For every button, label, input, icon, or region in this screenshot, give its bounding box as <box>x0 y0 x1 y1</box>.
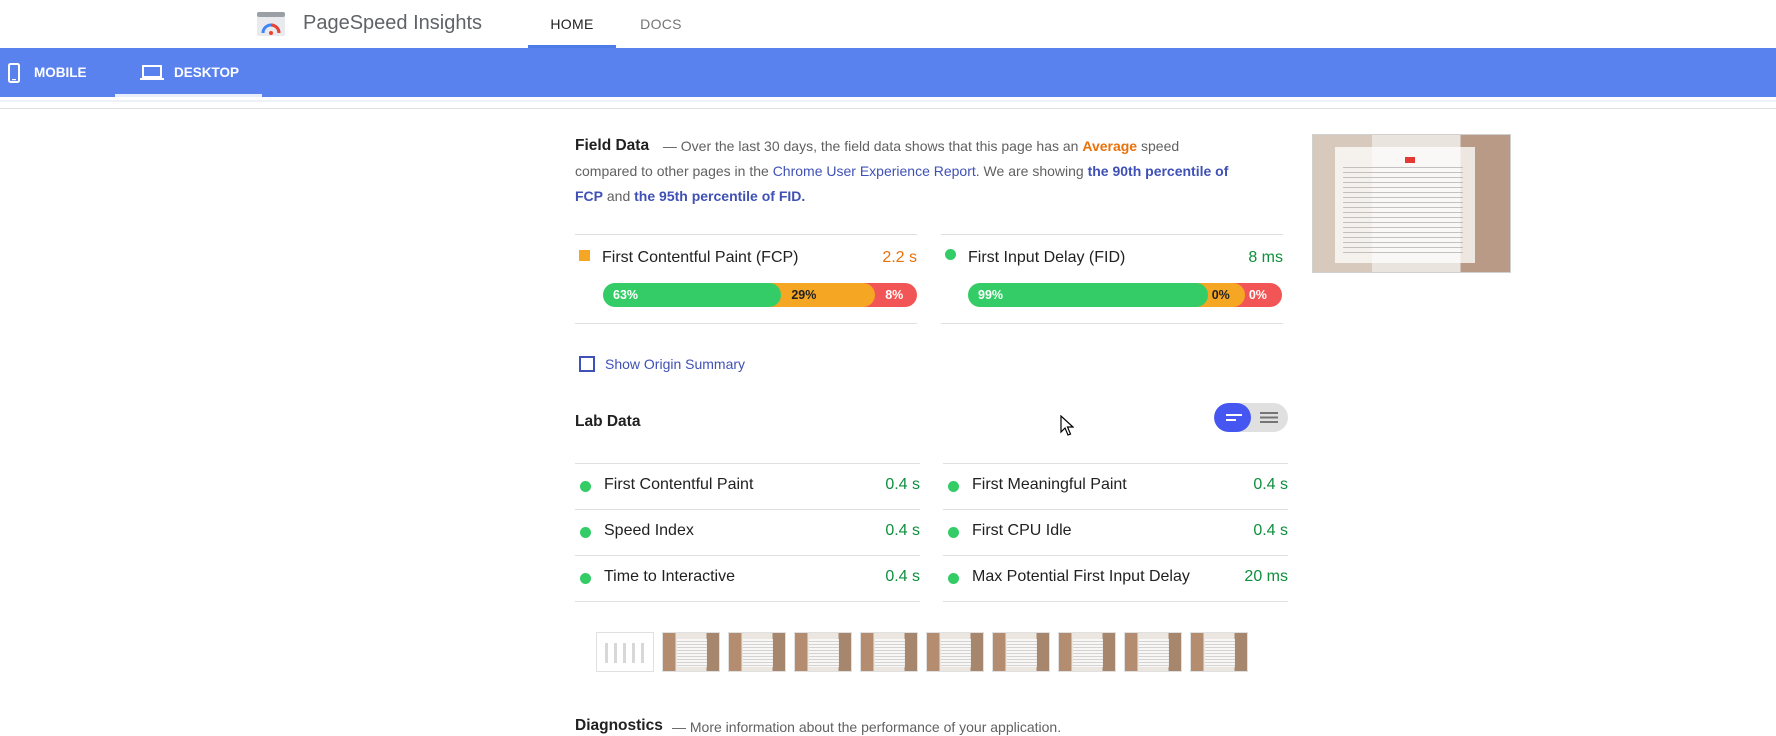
show-origin-summary-toggle[interactable]: Show Origin Summary <box>579 356 745 372</box>
filmstrip-frame <box>860 632 918 672</box>
lab-metric-label: First Contentful Paint <box>604 476 754 493</box>
fid-fast-segment[interactable]: 99% <box>968 283 1208 307</box>
lab-data-title: Lab Data <box>575 413 641 430</box>
screenshot-text-lines <box>1343 163 1463 253</box>
fid-metric-card: First Input Delay (FID) 8 ms 99% 0% 0% <box>941 234 1283 324</box>
lab-metric-label: First CPU Idle <box>972 522 1072 539</box>
fast-circle-icon <box>580 481 591 492</box>
field-data-description: — Over the last 30 days, the field data … <box>575 134 1235 209</box>
diagnostics-title: Diagnostics <box>575 717 663 734</box>
lab-metric-label: First Meaningful Paint <box>972 476 1127 493</box>
screenshot-logo-image <box>1405 157 1415 163</box>
fid-metric-value: 8 ms <box>1248 249 1283 266</box>
tab-docs[interactable]: DOCS <box>630 16 692 32</box>
field-data-text: — Over the last 30 days, the field data … <box>662 138 1079 154</box>
lab-metrics-right: First Meaningful Paint 0.4 s First CPU I… <box>943 463 1288 602</box>
lab-metric-value: 0.4 s <box>885 522 920 539</box>
expanded-view-button[interactable] <box>1251 403 1288 432</box>
lab-metric-row: Time to Interactive 0.4 s <box>575 555 920 602</box>
lab-metric-row: First CPU Idle 0.4 s <box>943 509 1288 555</box>
divider <box>0 108 1776 109</box>
fid-percentile-link[interactable]: the 95th percentile of FID <box>634 188 801 204</box>
lab-metric-row: First Meaningful Paint 0.4 s <box>943 463 1288 509</box>
field-data-text: . We are showing <box>975 163 1084 179</box>
fast-circle-icon <box>580 573 591 584</box>
filmstrip-frame <box>1058 632 1116 672</box>
lab-metric-value: 20 ms <box>1244 568 1288 585</box>
filmstrip-frame <box>1190 632 1248 672</box>
top-app-bar: PageSpeed Insights HOME DOCS <box>0 0 1776 48</box>
tab-desktop-indicator <box>115 94 262 97</box>
average-square-icon <box>579 248 590 266</box>
lab-metric-value: 0.4 s <box>1253 476 1288 493</box>
fast-circle-icon <box>948 527 959 538</box>
fast-circle-icon <box>945 247 956 265</box>
lab-metric-value: 0.4 s <box>885 568 920 585</box>
chrome-ux-report-link[interactable]: Chrome User Experience Report <box>773 163 976 179</box>
lab-metrics-left: First Contentful Paint 0.4 s Speed Index… <box>575 463 920 602</box>
fcp-metric-value: 2.2 s <box>882 249 917 266</box>
laptop-icon <box>140 64 164 82</box>
fast-circle-icon <box>948 573 959 584</box>
lab-metric-label: Max Potential First Input Delay <box>972 568 1190 585</box>
compact-view-button[interactable] <box>1214 403 1251 432</box>
lab-metric-row: First Contentful Paint 0.4 s <box>575 463 920 509</box>
fast-circle-icon <box>580 527 591 538</box>
field-data-text: and <box>606 188 631 204</box>
page-screenshot-preview <box>1312 134 1511 273</box>
pagespeed-logo-icon[interactable] <box>256 10 286 38</box>
lab-metric-value: 0.4 s <box>885 476 920 493</box>
fid-metric-label: First Input Delay (FID) <box>968 249 1126 266</box>
tab-desktop-label: DESKTOP <box>174 65 240 80</box>
lab-metric-label: Time to Interactive <box>604 568 736 585</box>
fast-circle-icon <box>948 481 959 492</box>
fcp-average-segment[interactable]: 29% <box>769 283 876 307</box>
fid-distribution-bar: 99% 0% 0% <box>968 283 1282 307</box>
filmstrip-frame <box>662 632 720 672</box>
diagnostics-subtitle: — More information about the performance… <box>672 719 1062 735</box>
field-data-text: . <box>801 188 806 204</box>
lab-metric-value: 0.4 s <box>1253 522 1288 539</box>
smartphone-icon <box>8 62 20 83</box>
field-data-rating: Average <box>1082 138 1138 154</box>
filmstrip-frame <box>1124 632 1182 672</box>
device-tab-bar: MOBILE DESKTOP <box>0 48 1776 97</box>
view-toggle[interactable] <box>1214 403 1288 432</box>
fcp-metric-label: First Contentful Paint (FCP) <box>602 249 799 266</box>
short-lines-icon <box>1226 414 1242 421</box>
filmstrip-frame <box>596 632 654 672</box>
filmstrip <box>596 632 1248 672</box>
filmstrip-frame <box>728 632 786 672</box>
app-title: PageSpeed Insights <box>303 12 483 34</box>
filmstrip-frame <box>926 632 984 672</box>
list-lines-icon <box>1260 412 1278 423</box>
filmstrip-frame <box>992 632 1050 672</box>
origin-summary-checkbox[interactable] <box>579 356 595 372</box>
fcp-fast-segment[interactable]: 63% <box>603 283 782 307</box>
filmstrip-frame <box>794 632 852 672</box>
tab-mobile-label: MOBILE <box>34 65 87 80</box>
tab-home[interactable]: HOME <box>528 16 616 32</box>
fcp-metric-card: First Contentful Paint (FCP) 2.2 s 63% 2… <box>575 234 917 324</box>
lab-metric-row: Speed Index 0.4 s <box>575 509 920 555</box>
tab-mobile[interactable]: MOBILE <box>8 48 87 97</box>
divider <box>0 100 1776 102</box>
origin-summary-label: Show Origin Summary <box>605 356 746 372</box>
lab-metric-label: Speed Index <box>604 522 694 539</box>
lab-metric-row: Max Potential First Input Delay 20 ms <box>943 555 1288 602</box>
fcp-distribution-bar: 63% 29% 8% <box>603 283 917 307</box>
tab-desktop[interactable]: DESKTOP <box>140 48 239 97</box>
mouse-cursor-icon <box>1060 414 1075 442</box>
